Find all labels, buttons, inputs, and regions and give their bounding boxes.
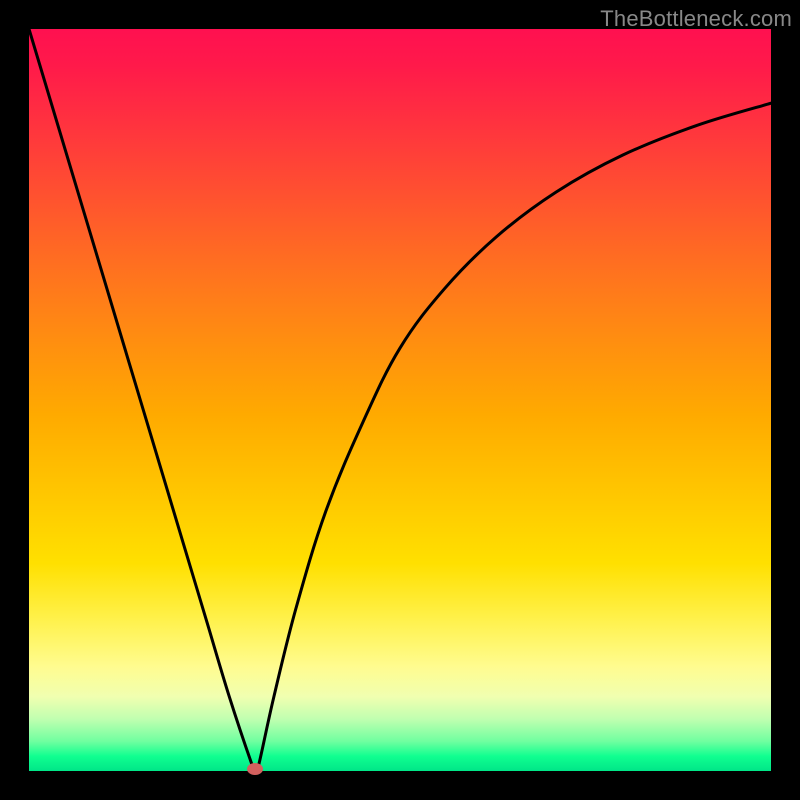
chart-curve (29, 29, 771, 771)
chart-minimum-marker (247, 763, 263, 775)
watermark-text: TheBottleneck.com (600, 6, 792, 32)
chart-plot-area (29, 29, 771, 771)
